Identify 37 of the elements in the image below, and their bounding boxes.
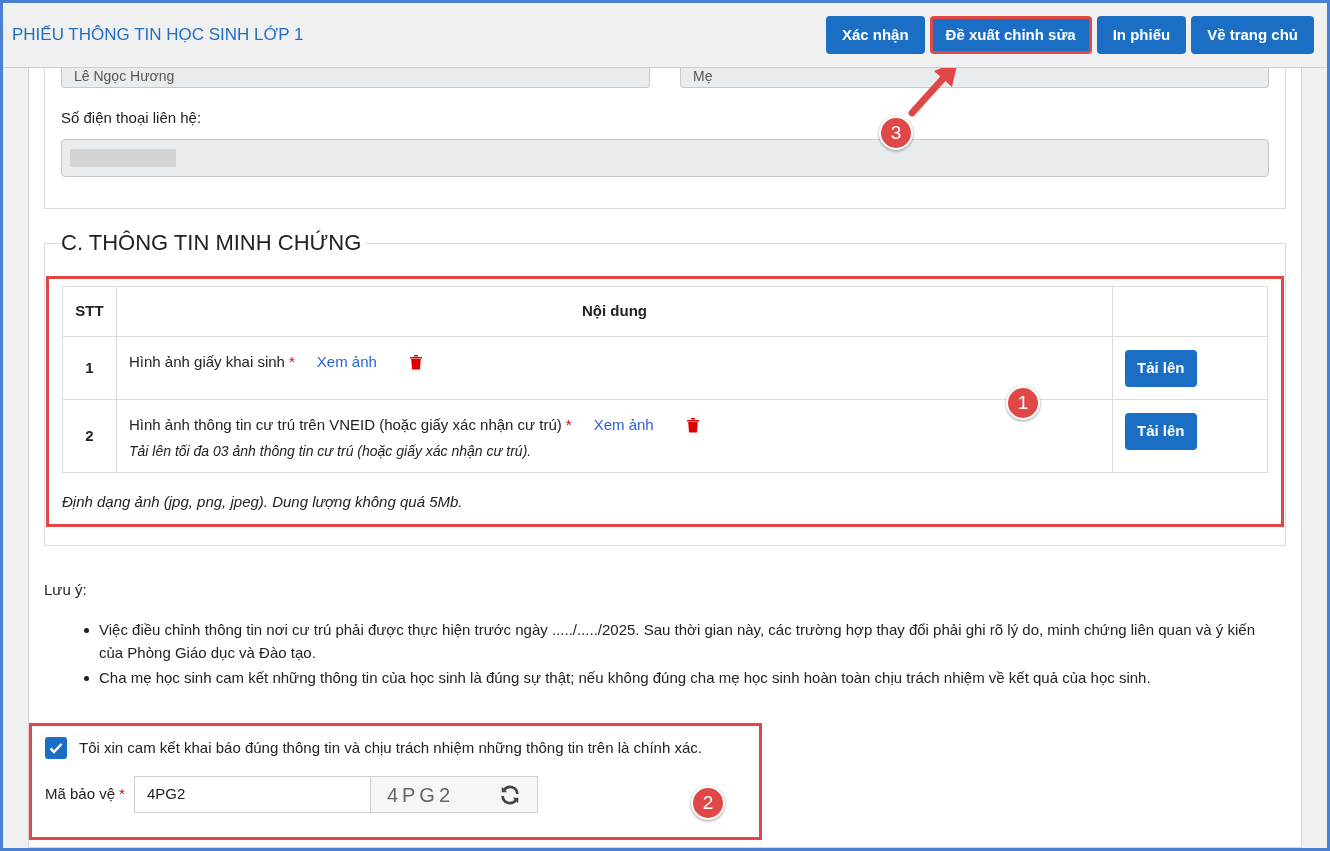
document-label: Hình ảnh giấy khai sinh: [129, 352, 285, 372]
header-button[interactable]: Đề xuất chỉnh sửa: [929, 16, 1092, 54]
notes-title: Lưu ý:: [44, 580, 88, 600]
checkbox[interactable]: [45, 736, 67, 759]
view-image-link[interactable]: Xem ảnh: [316, 351, 377, 374]
upload-button[interactable]: Tải lên: [1125, 350, 1197, 387]
text-field[interactable]: Mẹ: [680, 68, 1269, 88]
field-label: Số điện thoại liên hệ:: [61, 108, 203, 128]
phone-field[interactable]: [61, 139, 1269, 177]
text-field[interactable]: Lê Ngọc Hương: [61, 68, 650, 88]
required-mark: *: [288, 352, 295, 372]
captcha-field[interactable]: 4PG2: [133, 776, 371, 813]
table-cell: 1: [62, 336, 117, 400]
format-note: Định dạng ảnh (jpg, png, jpeg). Dung lượng không quá 5Mb.: [62, 492, 464, 512]
column-header: STT: [62, 286, 117, 337]
table-cell: 2: [62, 399, 117, 473]
bullet-icon: [84, 675, 89, 681]
commitment-text: Tôi xin cam kết khai báo đúng thông tin và chịu trách nhiệm những thông tin trên là chính xác.: [79, 737, 702, 758]
header-button[interactable]: In phiếu: [1096, 16, 1187, 54]
note-item: Việc điều chỉnh thông tin nơi cư trú phải được thực hiện trước ngày ...../...../2025. Sau thời gian này, các trường hợp thay đổi phải ghi rõ lý do, minh chứng liên quan và ý kiến của Phòng Giáo dục và Đào tạo.: [99, 619, 1256, 663]
trash-icon[interactable]: [685, 417, 700, 434]
refresh-icon[interactable]: [498, 783, 521, 806]
header-button[interactable]: Về trang chủ: [1191, 16, 1314, 54]
upload-button[interactable]: Tải lên: [1125, 413, 1197, 450]
upload-note: Tải lên tối đa 03 ảnh thông tin cư trú (hoặc giấy xác nhận cư trú).: [129, 441, 533, 461]
captcha-label: Mã bảo vệ: [45, 784, 116, 805]
trash-icon[interactable]: [408, 354, 423, 371]
required-mark: *: [119, 784, 125, 805]
page-title: PHIẾU THÔNG TIN HỌC SINH LỚP 1: [12, 24, 304, 47]
captcha-text: 4PG2: [386, 782, 455, 808]
bullet-icon: [84, 627, 89, 633]
view-image-link[interactable]: Xem ảnh: [593, 414, 654, 437]
note-item: Cha mẹ học sinh cam kết những thông tin của học sinh là đúng sự thật; nếu không đúng cha mẹ học sinh hoàn toàn chịu trách nhiệm về kết quả của học sinh.: [99, 667, 1151, 688]
column-header: Nội dung: [116, 286, 1113, 337]
document-label: Hình ảnh thông tin cư trú trên VNEID (hoặc giấy xác nhận cư trú): [129, 415, 562, 435]
required-mark: *: [565, 415, 572, 435]
header-button[interactable]: Xác nhận: [825, 16, 925, 54]
